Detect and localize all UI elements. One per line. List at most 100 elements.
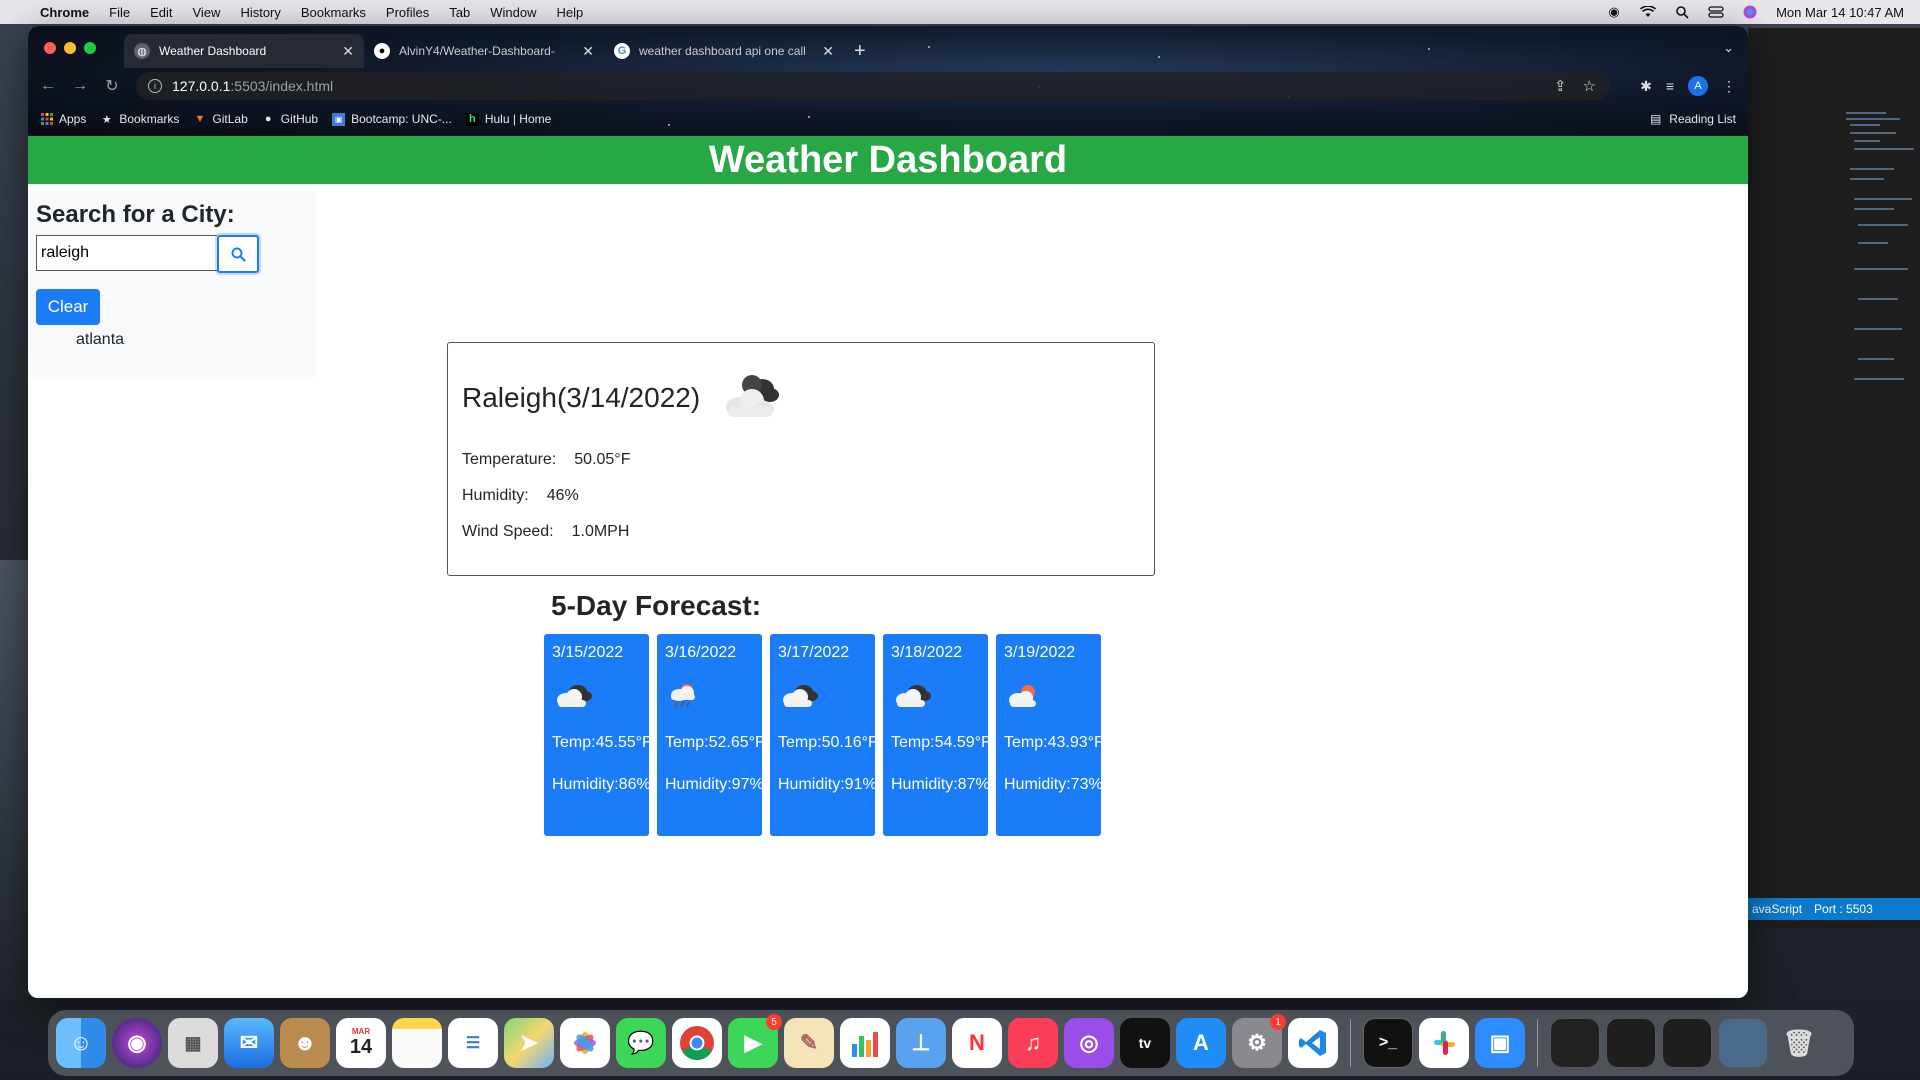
forward-arrow-icon[interactable]: → bbox=[64, 77, 96, 95]
calendar-icon[interactable]: MAR 14 bbox=[336, 1018, 386, 1068]
menu-profiles[interactable]: Profiles bbox=[386, 5, 429, 20]
temperature-row: Temperature: 50.05°F bbox=[462, 451, 1140, 469]
reminders-icon[interactable]: ☰ bbox=[448, 1018, 498, 1068]
apple-tv-icon[interactable]: tv bbox=[1120, 1018, 1170, 1068]
minimized-window-icon[interactable] bbox=[1550, 1018, 1600, 1068]
language-mode[interactable]: avaScript bbox=[1752, 902, 1802, 916]
site-info-icon[interactable]: i bbox=[148, 79, 162, 93]
window-controls bbox=[44, 42, 96, 54]
menu-clock[interactable]: Mon Mar 14 10:47 AM bbox=[1776, 5, 1904, 20]
bookmark-star-icon[interactable]: ☆ bbox=[1583, 77, 1596, 95]
forecast-card: 3/18/2022 Temp:54.59°F Humidity:87% bbox=[883, 634, 988, 836]
browser-chrome: ◍ Weather Dashboard ✕ ● AlvinY4/Weather-… bbox=[28, 26, 1748, 136]
forecast-title: 5-Day Forecast: bbox=[551, 590, 762, 621]
system-preferences-icon[interactable]: ⚙ 1 bbox=[1232, 1014, 1286, 1068]
menu-view[interactable]: View bbox=[192, 5, 220, 20]
keynote-icon[interactable]: ⊥ bbox=[896, 1018, 946, 1068]
messages-icon[interactable]: 💬 bbox=[616, 1018, 666, 1068]
forecast-date: 3/16/2022 bbox=[665, 644, 737, 661]
pages-icon[interactable]: ✎ bbox=[784, 1018, 834, 1068]
maps-icon[interactable]: ➤ bbox=[504, 1018, 554, 1068]
search-history-item[interactable]: atlanta bbox=[76, 331, 308, 349]
clear-history-button[interactable]: Clear bbox=[36, 289, 100, 325]
trash-icon[interactable]: 🗑 bbox=[1774, 1018, 1824, 1068]
search-button[interactable] bbox=[217, 235, 259, 273]
menu-edit[interactable]: Edit bbox=[150, 5, 172, 20]
mail-icon[interactable]: ✉ bbox=[224, 1018, 274, 1068]
launchpad-icon[interactable]: ▦ bbox=[168, 1018, 218, 1068]
control-center-icon[interactable] bbox=[1708, 5, 1724, 19]
reload-icon[interactable]: ↻ bbox=[96, 76, 128, 96]
music-icon[interactable]: ♫ bbox=[1008, 1018, 1058, 1068]
siri-app-icon[interactable]: ◉ bbox=[112, 1018, 162, 1068]
github-icon: ● bbox=[374, 43, 390, 59]
spotlight-search-icon[interactable] bbox=[1674, 5, 1690, 19]
numbers-icon[interactable] bbox=[840, 1018, 890, 1068]
forecast-temp: Temp:50.16°F bbox=[778, 734, 875, 751]
terminal-icon[interactable]: >_ bbox=[1363, 1018, 1413, 1068]
bookmark-gitlab[interactable]: ▼ GitLab bbox=[193, 112, 247, 126]
minimize-window-button[interactable] bbox=[64, 42, 76, 54]
media-queue-icon[interactable]: ≡ bbox=[1666, 78, 1674, 94]
vscode-icon[interactable] bbox=[1288, 1018, 1338, 1068]
close-tab-icon[interactable]: ✕ bbox=[582, 43, 594, 60]
reading-list-button[interactable]: ▤ Reading List bbox=[1650, 106, 1736, 132]
wifi-icon[interactable] bbox=[1640, 5, 1657, 19]
zoom-window-button[interactable] bbox=[84, 42, 96, 54]
close-tab-icon[interactable]: ✕ bbox=[822, 43, 834, 60]
tab-search-chevron-icon[interactable]: ⌄ bbox=[1723, 40, 1734, 56]
tab-weather-dashboard[interactable]: ◍ Weather Dashboard ✕ bbox=[124, 34, 364, 68]
search-heading: Search for a City: bbox=[36, 201, 235, 228]
bookmark-bootcamp[interactable]: ▣ Bootcamp: UNC-... bbox=[332, 112, 452, 126]
siri-icon[interactable] bbox=[1742, 5, 1758, 19]
profile-avatar[interactable]: A bbox=[1688, 76, 1708, 96]
forecast-humidity: Humidity:87% bbox=[891, 776, 988, 793]
finder-icon[interactable]: ☺ bbox=[56, 1018, 106, 1068]
back-arrow-icon[interactable]: ← bbox=[32, 77, 64, 95]
tab-google-search[interactable]: G weather dashboard api one call ✕ bbox=[604, 34, 844, 68]
menu-window[interactable]: Window bbox=[490, 5, 536, 20]
bookmark-github[interactable]: ● GitHub bbox=[262, 112, 318, 126]
facetime-icon[interactable]: ▶ 5 bbox=[728, 1014, 782, 1068]
editor-status-bar: avaScript Port : 5503 bbox=[1748, 898, 1920, 920]
bookmark-label: Hulu | Home bbox=[484, 112, 552, 126]
bookmark-apps[interactable]: Apps bbox=[40, 112, 86, 126]
page-header: Weather Dashboard bbox=[28, 136, 1748, 184]
tab-title: AlvinY4/Weather-Dashboard- bbox=[399, 44, 555, 58]
close-window-button[interactable] bbox=[44, 42, 56, 54]
bookmark-hulu[interactable]: h Hulu | Home bbox=[465, 112, 552, 126]
apps-grid-icon bbox=[40, 113, 53, 126]
new-tab-icon[interactable]: + bbox=[854, 40, 866, 63]
notes-icon[interactable] bbox=[392, 1018, 442, 1068]
menu-tab[interactable]: Tab bbox=[449, 5, 470, 20]
screen-record-icon[interactable]: ◉ bbox=[1606, 4, 1622, 19]
city-search-input[interactable] bbox=[36, 235, 217, 271]
tab-github-repo[interactable]: ● AlvinY4/Weather-Dashboard- ✕ bbox=[364, 34, 604, 68]
share-icon[interactable]: ⇪ bbox=[1554, 77, 1567, 95]
menu-bookmarks[interactable]: Bookmarks bbox=[301, 5, 366, 20]
extensions-puzzle-icon[interactable]: ✱ bbox=[1640, 78, 1652, 95]
more-menu-icon[interactable]: ⋮ bbox=[1722, 78, 1736, 95]
city-date-title: Raleigh(3/14/2022) bbox=[462, 382, 701, 413]
menu-history[interactable]: History bbox=[240, 5, 280, 20]
menu-app-name[interactable]: Chrome bbox=[40, 5, 89, 20]
chrome-icon[interactable] bbox=[672, 1018, 722, 1068]
live-server-port[interactable]: Port : 5503 bbox=[1814, 902, 1873, 916]
close-tab-icon[interactable]: ✕ bbox=[342, 43, 354, 60]
app-store-icon[interactable]: A bbox=[1176, 1018, 1226, 1068]
podcasts-icon[interactable]: ◎ bbox=[1064, 1018, 1114, 1068]
minimized-window-icon[interactable] bbox=[1662, 1018, 1712, 1068]
reading-list-icon: ▤ bbox=[1649, 112, 1662, 126]
facetime-badge: 5 bbox=[766, 1014, 782, 1030]
contacts-icon[interactable]: ☻ bbox=[280, 1018, 330, 1068]
minimized-window-icon[interactable] bbox=[1606, 1018, 1656, 1068]
slack-icon[interactable] bbox=[1419, 1018, 1469, 1068]
news-icon[interactable]: N bbox=[952, 1018, 1002, 1068]
zoom-icon[interactable]: ▣ bbox=[1475, 1018, 1525, 1068]
minimized-window-icon[interactable] bbox=[1718, 1018, 1768, 1068]
bookmark-bookmarks[interactable]: ★ Bookmarks bbox=[100, 112, 179, 126]
address-bar[interactable]: i 127.0.0.1 :5503/index.html ⇪ ☆ bbox=[136, 72, 1610, 100]
menu-help[interactable]: Help bbox=[557, 5, 584, 20]
photos-icon[interactable] bbox=[560, 1018, 610, 1068]
menu-file[interactable]: File bbox=[109, 5, 130, 20]
